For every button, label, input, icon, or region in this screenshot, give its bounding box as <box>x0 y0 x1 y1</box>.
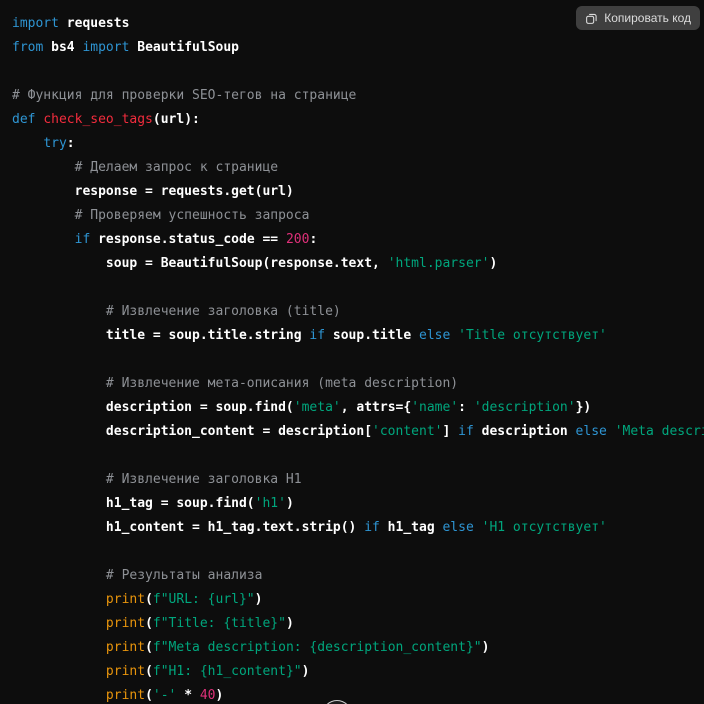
code-line: description_content = description['conte… <box>12 420 704 444</box>
copy-button-label: Копировать код <box>604 11 691 25</box>
code-line: print(f"URL: {url}") <box>12 588 704 612</box>
chat-code-screenshot: { "copy_button": { "label": "Копировать … <box>0 0 704 704</box>
code-line: # Проверяем успешность запроса <box>12 204 704 228</box>
code-line <box>12 60 704 84</box>
code-line: soup = BeautifulSoup(response.text, 'htm… <box>12 252 704 276</box>
code-line: try: <box>12 132 704 156</box>
code-line: if response.status_code == 200: <box>12 228 704 252</box>
code-line: response = requests.get(url) <box>12 180 704 204</box>
code-line <box>12 348 704 372</box>
copy-code-button[interactable]: Копировать код <box>576 6 700 30</box>
code-area: import requestsfrom bs4 import Beautiful… <box>0 0 704 704</box>
code-line: print(f"Title: {title}") <box>12 612 704 636</box>
code-block: Копировать код import requestsfrom bs4 i… <box>0 0 704 704</box>
code-line <box>12 540 704 564</box>
code-line <box>12 444 704 468</box>
code-line: title = soup.title.string if soup.title … <box>12 324 704 348</box>
code-line <box>12 276 704 300</box>
code-line: # Извлечение заголовка H1 <box>12 468 704 492</box>
code-line: from bs4 import BeautifulSoup <box>12 36 704 60</box>
copy-icon <box>585 12 598 25</box>
code-line: print('-' * 40) <box>12 684 704 704</box>
code-line: print(f"H1: {h1_content}") <box>12 660 704 684</box>
code-line: print(f"Meta description: {description_c… <box>12 636 704 660</box>
code-line: # Делаем запрос к странице <box>12 156 704 180</box>
code-line: # Извлечение заголовка (title) <box>12 300 704 324</box>
code-line: # Извлечение мета-описания (meta descrip… <box>12 372 704 396</box>
code-line: # Функция для проверки SEO-тегов на стра… <box>12 84 704 108</box>
code-line: description = soup.find('meta', attrs={'… <box>12 396 704 420</box>
code-line: h1_tag = soup.find('h1') <box>12 492 704 516</box>
code-line: def check_seo_tags(url): <box>12 108 704 132</box>
code-line: # Результаты анализа <box>12 564 704 588</box>
code-line: h1_content = h1_tag.text.strip() if h1_t… <box>12 516 704 540</box>
